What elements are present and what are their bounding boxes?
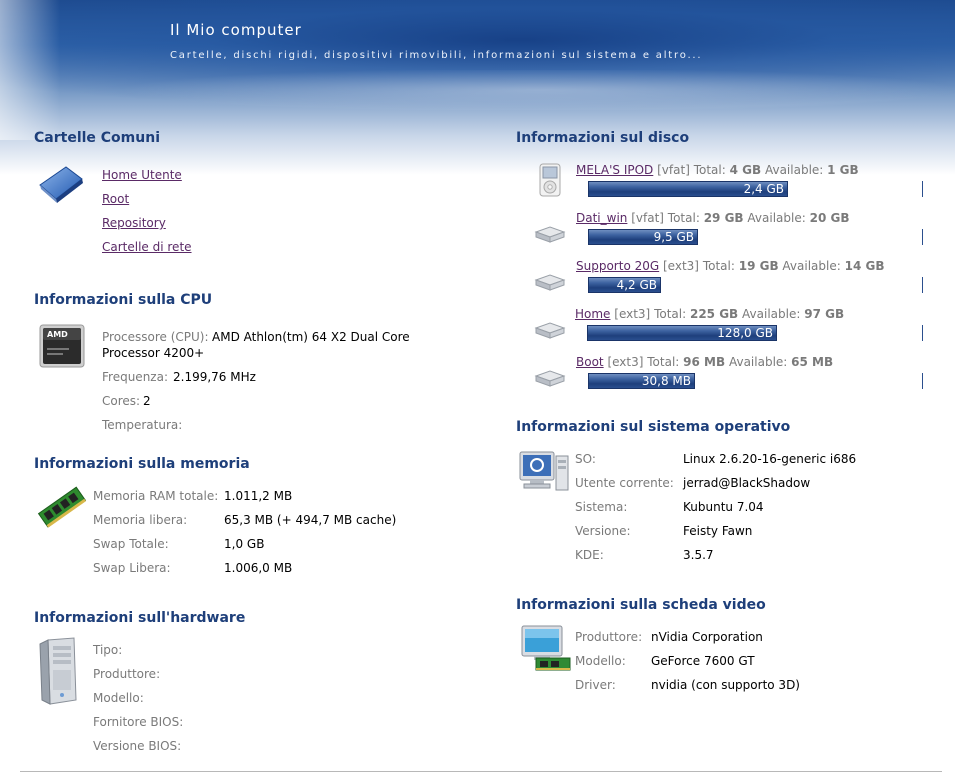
- cpu-cores-value: 2: [143, 394, 151, 408]
- ipod-icon: [539, 163, 561, 197]
- os-label-1: Utente corrente:: [575, 476, 674, 490]
- disk-info-1: Dati_win [vfat] Total: 29 GB Available: …: [576, 211, 850, 225]
- common-folders-title: Cartelle Comuni: [34, 130, 160, 146]
- disk-bar-end-0: [922, 181, 923, 197]
- cpu-temperature-label: Temperatura:: [102, 418, 183, 432]
- disk-bar-end-2: [922, 277, 923, 293]
- computer-tower-icon: [39, 637, 77, 705]
- disk-usage-bar-2: 4,2 GB: [588, 277, 661, 293]
- disk-link-2[interactable]: Supporto 20G: [576, 259, 659, 273]
- footer-divider: [20, 771, 942, 772]
- os-label-0: SO:: [575, 452, 596, 466]
- link-root[interactable]: Root: [102, 192, 129, 206]
- hardware-label-2: Modello:: [93, 691, 144, 705]
- hard-disk-icon: [534, 274, 566, 291]
- video-title: Informazioni sulla scheda video: [516, 597, 766, 613]
- folder-icon: [39, 166, 83, 203]
- video-label-1: Modello:: [575, 654, 626, 668]
- os-value-0: Linux 2.6.20-16-generic i686: [683, 452, 857, 466]
- cpu-processor-value-line1: AMD Athlon(tm) 64 X2 Dual Core: [212, 330, 410, 344]
- memory-value-1: 65,3 MB (+ 494,7 MB cache): [224, 513, 397, 527]
- memory-value-2: 1,0 GB: [224, 537, 265, 551]
- hardware-title: Informazioni sull'hardware: [34, 610, 246, 626]
- cpu-title: Informazioni sulla CPU: [34, 292, 213, 308]
- hard-disk-icon: [534, 370, 566, 387]
- disk-usage-bar-3: 128,0 GB: [587, 325, 777, 341]
- video-value-2: nvidia (con supporto 3D): [651, 678, 800, 692]
- hard-disk-icon: [534, 226, 566, 243]
- disk-usage-bar-4: 30,8 MB: [588, 373, 695, 389]
- disk-link-0[interactable]: MELA'S IPOD: [576, 163, 653, 177]
- link-home-utente[interactable]: Home Utente: [102, 168, 182, 182]
- memory-value-3: 1.006,0 MB: [224, 561, 293, 575]
- memory-label-0: Memoria RAM totale:: [93, 489, 219, 503]
- cpu-processor-value-line2: Processor 4200+: [102, 346, 205, 360]
- page-subtitle: Cartelle, dischi rigidi, dispositivi rim…: [170, 50, 703, 61]
- ram-module-icon: [37, 486, 87, 528]
- video-label-0: Produttore:: [575, 630, 643, 644]
- disk-title: Informazioni sul disco: [516, 130, 690, 146]
- disk-usage-bar-0: 2,4 GB: [588, 181, 788, 197]
- hardware-label-3: Fornitore BIOS:: [93, 715, 184, 729]
- disk-info-2: Supporto 20G [ext3] Total: 19 GB Availab…: [576, 259, 885, 273]
- memory-title: Informazioni sulla memoria: [34, 456, 250, 472]
- header-banner: [0, 0, 955, 175]
- hardware-label-1: Produttore:: [93, 667, 161, 681]
- os-title: Informazioni sul sistema operativo: [516, 419, 791, 435]
- disk-info-3: Home [ext3] Total: 225 GB Available: 97 …: [575, 307, 845, 321]
- computer-kde-icon: [519, 451, 569, 491]
- disk-link-1[interactable]: Dati_win: [576, 211, 627, 225]
- hard-disk-icon: [534, 322, 566, 339]
- link-cartelle-di-rete[interactable]: Cartelle di rete: [102, 240, 192, 254]
- os-value-3: Feisty Fawn: [683, 524, 753, 538]
- os-label-4: KDE:: [575, 548, 604, 562]
- disk-bar-end-1: [922, 229, 923, 245]
- cpu-frequency-value: 2.199,76 MHz: [173, 370, 256, 384]
- cpu-cores-label: Cores:: [102, 394, 141, 408]
- memory-label-3: Swap Libera:: [93, 561, 171, 575]
- amd-cpu-icon: AMD: [39, 324, 85, 368]
- video-value-1: GeForce 7600 GT: [651, 654, 755, 668]
- disk-bar-end-3: [922, 325, 923, 341]
- cpu-processor-label: Processore (CPU):: [102, 330, 209, 344]
- memory-value-0: 1.011,2 MB: [224, 489, 293, 503]
- os-label-3: Versione:: [575, 524, 631, 538]
- disk-usage-bar-1: 9,5 GB: [588, 229, 698, 245]
- video-card-icon: [521, 625, 571, 671]
- os-value-4: 3.5.7: [683, 548, 714, 562]
- os-label-2: Sistema:: [575, 500, 628, 514]
- os-value-2: Kubuntu 7.04: [683, 500, 764, 514]
- disk-info-0: MELA'S IPOD [vfat] Total: 4 GB Available…: [576, 163, 859, 177]
- os-value-1: jerrad@BlackShadow: [683, 476, 811, 490]
- video-value-0: nVidia Corporation: [651, 630, 763, 644]
- memory-label-2: Swap Totale:: [93, 537, 169, 551]
- page-title: Il Mio computer: [170, 21, 302, 39]
- video-label-2: Driver:: [575, 678, 616, 692]
- link-repository[interactable]: Repository: [102, 216, 166, 230]
- disk-link-3[interactable]: Home: [575, 307, 610, 321]
- disk-link-4[interactable]: Boot: [576, 355, 604, 369]
- cpu-frequency-label: Frequenza:: [102, 370, 168, 384]
- svg-text:AMD: AMD: [47, 330, 68, 339]
- disk-info-4: Boot [ext3] Total: 96 MB Available: 65 M…: [576, 355, 834, 369]
- hardware-label-4: Versione BIOS:: [93, 739, 182, 753]
- disk-bar-end-4: [922, 373, 923, 389]
- hardware-label-0: Tipo:: [93, 643, 123, 657]
- memory-label-1: Memoria libera:: [93, 513, 188, 527]
